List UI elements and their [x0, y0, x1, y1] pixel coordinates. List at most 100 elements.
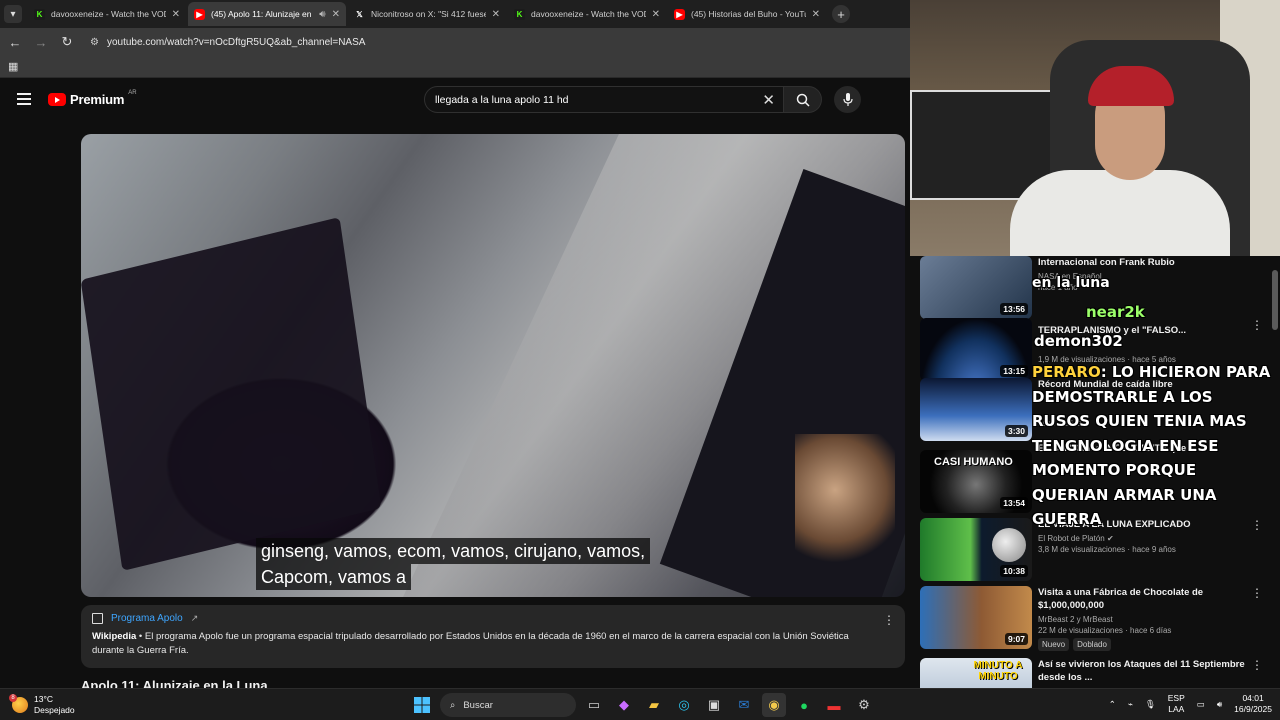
more-options-icon[interactable]: ⋮: [1251, 586, 1263, 600]
browser-tab[interactable]: 𝕏 Niconitroso on X: "Si 412 fuese ✕: [348, 2, 506, 26]
tab-title: (45) Historias del Buho - YouTube: [691, 9, 806, 19]
menu-icon[interactable]: [17, 93, 31, 105]
clock[interactable]: 04:01 16/9/2025: [1234, 693, 1272, 715]
browser-tab-bar: ▾ K davooxeneize - Watch the VOD ✕ ▶ (45…: [0, 0, 910, 28]
spotify-icon[interactable]: ●: [792, 693, 816, 717]
chrome-icon[interactable]: ◉: [762, 693, 786, 717]
info-panel-link[interactable]: Programa Apolo: [111, 613, 183, 624]
webcam-overlay: [910, 0, 1280, 256]
browser-tab[interactable]: ▶ (45) Historias del Buho - YouTube ✕: [668, 2, 826, 26]
recommendation-item[interactable]: MINUTO A MINUTO Así se vivieron los Ataq…: [920, 658, 1270, 688]
network-icon[interactable]: ⌁: [1128, 699, 1133, 710]
document-icon: [92, 613, 103, 624]
weather-widget[interactable]: 8 13°C Despejado: [9, 694, 75, 716]
site-info-icon[interactable]: ⚙: [90, 37, 99, 48]
video-thumbnail[interactable]: 13:15: [920, 318, 1032, 381]
video-thumbnail[interactable]: 10:38: [920, 518, 1032, 581]
browser-tab[interactable]: K davooxeneize - Watch the VOD ✕: [508, 2, 666, 26]
store-icon[interactable]: ▣: [702, 693, 726, 717]
close-tab-icon[interactable]: ✕: [812, 9, 820, 20]
language-code: ESP: [1167, 693, 1185, 703]
language-indicator[interactable]: ESP LAA: [1168, 693, 1185, 715]
edge-icon[interactable]: ◎: [672, 693, 696, 717]
recommendation-channel-row[interactable]: El Robot de Platón ✔: [1038, 534, 1253, 543]
task-view-icon[interactable]: ▭: [582, 693, 606, 717]
new-badge: Nuevo: [1038, 638, 1070, 651]
tab-title: Niconitroso on X: "Si 412 fuese: [371, 9, 486, 19]
clock-time: 04:01: [1242, 693, 1264, 703]
bookmarks-bar: ▦: [0, 56, 910, 78]
video-thumbnail[interactable]: 13:56: [920, 256, 1032, 319]
recommendation-title[interactable]: Así se vivieron los Ataques del 11 Septi…: [1038, 658, 1253, 684]
forward-icon[interactable]: →: [34, 35, 48, 50]
file-explorer-icon[interactable]: ▰: [642, 693, 666, 717]
new-tab-button[interactable]: +: [832, 5, 850, 23]
moon-icon: [992, 528, 1026, 562]
volume-icon[interactable]: 🔊︎: [1217, 699, 1222, 710]
chat-username: PERARO: [1032, 363, 1101, 381]
video-thumbnail[interactable]: 3:30: [920, 378, 1032, 441]
scrollbar-thumb[interactable]: [1272, 270, 1278, 330]
recommendation-stats: 3,8 M de visualizaciones · hace 9 años: [1038, 545, 1176, 554]
apps-grid-icon[interactable]: ▦: [8, 60, 18, 73]
microphone-icon[interactable]: 🎙︎: [1145, 699, 1156, 710]
chat-message-text: : LO HICIERON PARA DEMOSTRARLE A LOS RUS…: [1032, 363, 1271, 528]
copilot-icon[interactable]: ◆: [612, 693, 636, 717]
url-text: youtube.com/watch?v=nOcDftgR5UQ&ab_chann…: [106, 36, 366, 48]
reload-icon[interactable]: ↻: [60, 34, 74, 50]
url-field[interactable]: ⚙ youtube.com/watch?v=nOcDftgR5UQ&ab_cha…: [90, 37, 365, 48]
tab-search-button[interactable]: ▾: [4, 5, 22, 23]
clear-search-icon[interactable]: ✕: [762, 91, 775, 109]
taskbar-search[interactable]: ⌕ Buscar: [440, 693, 576, 717]
webcam-person-body: [1010, 170, 1230, 256]
more-options-icon[interactable]: ⋮: [1251, 318, 1263, 332]
search-icon: ⌕: [450, 699, 456, 711]
windows-logo-icon: [414, 697, 430, 713]
tab-title: davooxeneize - Watch the VOD: [51, 9, 166, 19]
settings-icon[interactable]: ⚙: [852, 693, 876, 717]
recommendation-item[interactable]: 9:07 Visita a una Fábrica de Chocolate d…: [920, 586, 1270, 651]
taskbar-apps: ⌕ Buscar ▭ ◆ ▰ ◎ ▣ ✉ ◉ ● ▬ ⚙: [410, 693, 876, 717]
verified-icon: ✔: [1106, 534, 1114, 543]
outlook-icon[interactable]: ✉: [732, 693, 756, 717]
video-captions: ginseng, vamos, ecom, vamos, cirujano, v…: [256, 538, 651, 590]
recommendation-stats: 22 M de visualizaciones · hace 6 días: [1038, 626, 1172, 635]
browser-tab-active[interactable]: ▶ (45) Apolo 11: Alunizaje en 🔊︎ ✕: [188, 2, 346, 26]
search-query: llegada a la luna apolo 11 hd: [435, 93, 569, 106]
recommendation-title[interactable]: Visita a una Fábrica de Chocolate de $1,…: [1038, 586, 1253, 612]
dubbed-badge: Doblado: [1073, 638, 1111, 651]
more-options-icon[interactable]: ⋮: [1251, 658, 1263, 672]
video-frame-window: [81, 217, 382, 571]
browser-tab[interactable]: K davooxeneize - Watch the VOD ✕: [28, 2, 186, 26]
recommendation-title[interactable]: Internacional con Frank Rubio: [1038, 256, 1253, 269]
microphone-icon: [842, 92, 853, 106]
video-thumbnail[interactable]: CASI HUMANO 13:54: [920, 450, 1032, 513]
video-thumbnail[interactable]: 9:07: [920, 586, 1032, 649]
weather-icon: 8: [9, 694, 28, 713]
video-player[interactable]: ginseng, vamos, ecom, vamos, cirujano, v…: [81, 134, 905, 597]
thumbnail-text: CASI HUMANO: [934, 456, 1013, 468]
close-tab-icon[interactable]: ✕: [332, 9, 340, 20]
recommendation-channel[interactable]: MrBeast 2 y MrBeast: [1038, 615, 1253, 624]
video-duration: 13:54: [1000, 497, 1028, 509]
sidebar-scrollbar[interactable]: [1272, 256, 1278, 688]
chat-overlay-line: en la luna: [1032, 275, 1110, 291]
voice-search-button[interactable]: [834, 86, 861, 113]
search-button[interactable]: [784, 86, 822, 113]
youtube-play-icon: [48, 93, 66, 106]
back-icon[interactable]: ←: [8, 35, 22, 50]
close-tab-icon[interactable]: ✕: [652, 9, 660, 20]
windows-start-icon[interactable]: [410, 693, 434, 717]
video-thumbnail[interactable]: MINUTO A MINUTO: [920, 658, 1032, 688]
search-input[interactable]: llegada a la luna apolo 11 hd ✕: [424, 86, 784, 113]
app-icon[interactable]: ▬: [822, 693, 846, 717]
logo-text: Premium: [70, 92, 125, 107]
tray-expand-icon[interactable]: ⌃: [1109, 699, 1116, 710]
close-tab-icon[interactable]: ✕: [492, 9, 500, 20]
youtube-logo[interactable]: Premium AR: [48, 90, 137, 107]
more-options-icon[interactable]: ⋮: [883, 613, 895, 627]
display-icon[interactable]: ▭: [1197, 699, 1205, 710]
speaker-icon[interactable]: 🔊︎: [319, 9, 325, 20]
video-duration: 3:30: [1004, 425, 1028, 437]
close-tab-icon[interactable]: ✕: [172, 9, 180, 20]
